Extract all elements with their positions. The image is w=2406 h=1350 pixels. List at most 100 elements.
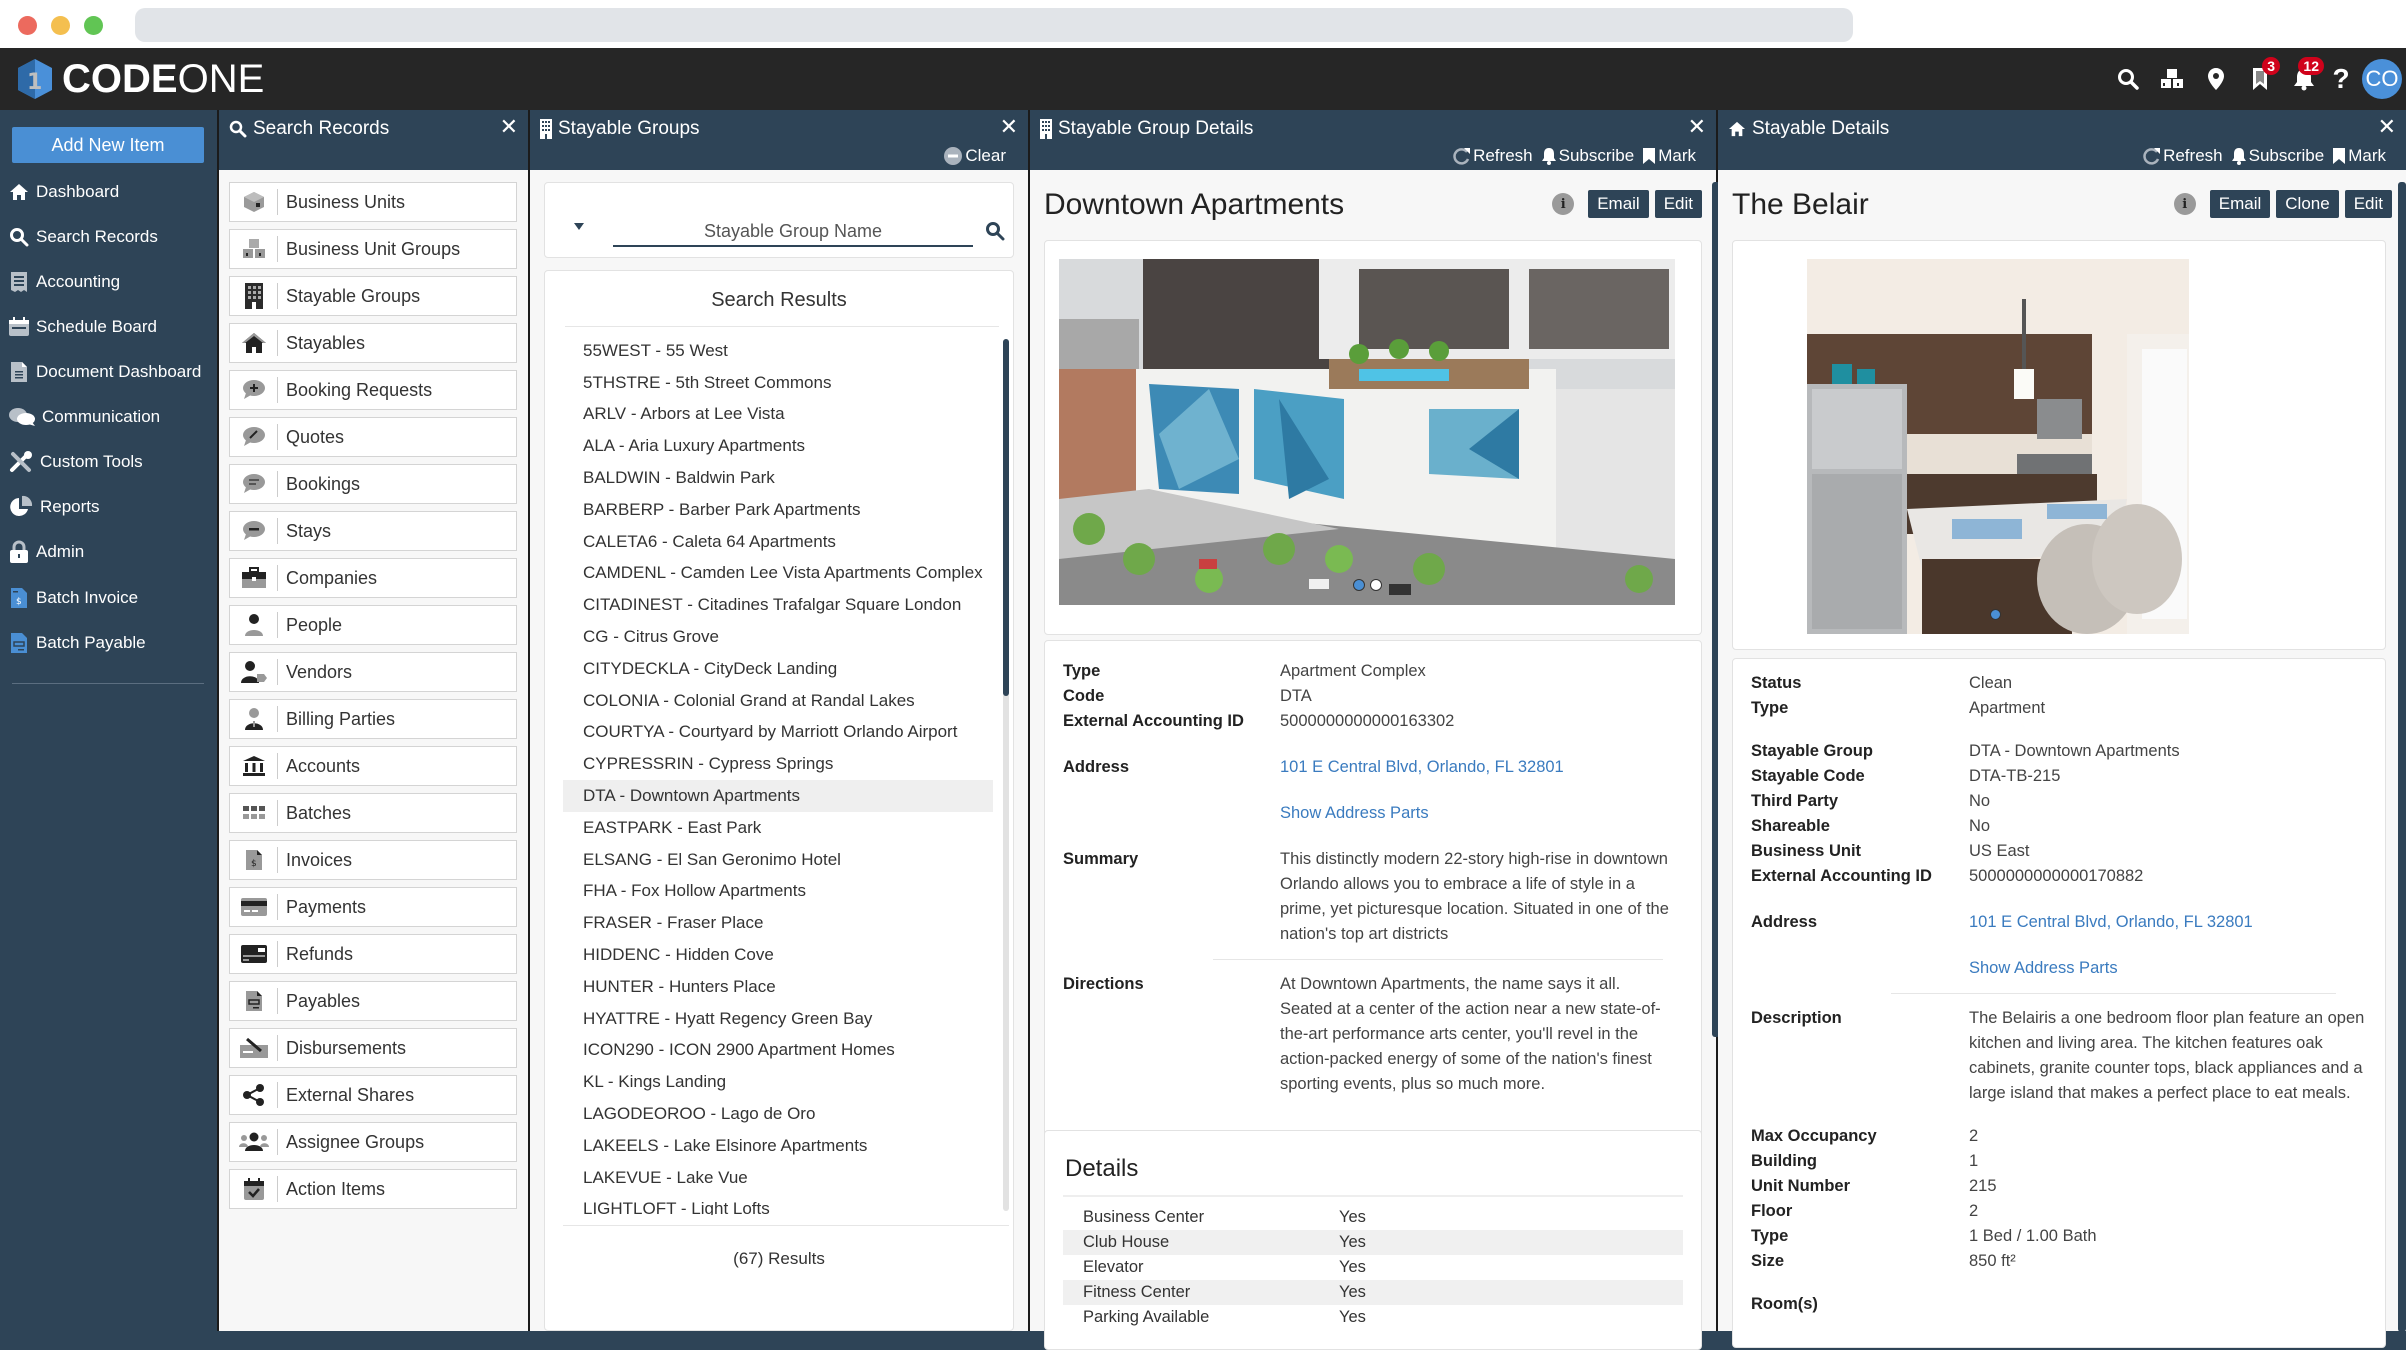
record-type-stays[interactable]: Stays [229, 511, 517, 551]
sidebar-item-admin[interactable]: Admin [8, 532, 84, 572]
help-icon[interactable]: ? [2326, 57, 2356, 101]
sidebar-item-dashboard[interactable]: Dashboard [8, 172, 119, 212]
close-icon[interactable]: ✕ [500, 114, 518, 140]
search-result-item[interactable]: CITADINEST - Citadines Trafalgar Square … [563, 589, 993, 621]
record-type-accounts[interactable]: Accounts [229, 746, 517, 786]
record-type-bookings[interactable]: Bookings [229, 464, 517, 504]
record-type-invoices[interactable]: $ Invoices [229, 840, 517, 880]
search-result-item[interactable]: ALA - Aria Luxury Apartments [563, 430, 993, 462]
record-type-people[interactable]: People [229, 605, 517, 645]
search-result-item[interactable]: LAKEVUE - Lake Vue [563, 1162, 993, 1194]
close-icon[interactable]: ✕ [1000, 114, 1018, 140]
show-address-parts-link[interactable]: Show Address Parts [1280, 801, 1429, 826]
refresh-button[interactable]: Refresh [1453, 146, 1533, 166]
refresh-button[interactable]: Refresh [2143, 146, 2223, 166]
search-result-item[interactable]: COURTYA - Courtyard by Marriott Orlando … [563, 717, 993, 749]
record-type-payables[interactable]: Payables [229, 981, 517, 1021]
subscribe-button[interactable]: Subscribe [1541, 146, 1634, 166]
record-type-action-items[interactable]: Action Items [229, 1169, 517, 1209]
search-result-item[interactable]: ICON290 - ICON 2900 Apartment Homes [563, 1035, 993, 1067]
edit-button[interactable]: Edit [2344, 190, 2392, 218]
search-result-item[interactable]: CAMDENL - Camden Lee Vista Apartments Co… [563, 558, 993, 590]
scrollbar-thumb[interactable] [1003, 339, 1009, 696]
sidebar-item-batch-invoice[interactable]: $ Batch Invoice [8, 578, 138, 618]
address-link[interactable]: 101 E Central Blvd, Orlando, FL 32801 [1969, 910, 2253, 935]
record-type-booking-requests[interactable]: Booking Requests [229, 370, 517, 410]
search-result-item[interactable]: HIDDENC - Hidden Cove [563, 939, 993, 971]
search-result-item[interactable]: 5THSTRE - 5th Street Commons [563, 367, 993, 399]
search-result-item[interactable]: LIGHTLOFT - Light Lofts [563, 1194, 993, 1215]
record-type-stayables[interactable]: Stayables [229, 323, 517, 363]
email-button[interactable]: Email [2209, 190, 2271, 218]
sidebar-item-batch-payable[interactable]: Batch Payable [8, 623, 146, 663]
search-result-item[interactable]: ARLV - Arbors at Lee Vista [563, 399, 993, 431]
email-button[interactable]: Email [1588, 190, 1649, 218]
bookmark-icon[interactable]: 3 [2238, 57, 2282, 101]
search-result-item[interactable]: BARBERP - Barber Park Apartments [563, 494, 993, 526]
record-type-batches[interactable]: Batches [229, 793, 517, 833]
close-icon[interactable]: ✕ [1688, 114, 1706, 140]
stayable-group-name-input[interactable] [613, 217, 973, 247]
app-logo[interactable]: 1 CODEONE [16, 56, 264, 102]
search-result-item[interactable]: CITYDECKLA - CityDeck Landing [563, 653, 993, 685]
record-type-business-units[interactable]: Business Units [229, 182, 517, 222]
record-type-quotes[interactable]: Quotes [229, 417, 517, 457]
record-type-assignee-groups[interactable]: Assignee Groups [229, 1122, 517, 1162]
sidebar-item-communication[interactable]: Communication [8, 397, 160, 437]
search-result-item[interactable]: LAGODEOROO - Lago de Oro [563, 1098, 993, 1130]
close-window-button[interactable] [18, 16, 37, 35]
search-result-item[interactable]: CYPRESSRIN - Cypress Springs [563, 748, 993, 780]
subscribe-button[interactable]: Subscribe [2231, 146, 2324, 166]
search-result-item[interactable]: HYATTRE - Hyatt Regency Green Bay [563, 1003, 993, 1035]
search-result-item[interactable]: CALETA6 - Caleta 64 Apartments [563, 526, 993, 558]
mark-button[interactable]: Mark [1642, 146, 1696, 166]
close-icon[interactable]: ✕ [2378, 114, 2396, 140]
address-link[interactable]: 101 E Central Blvd, Orlando, FL 32801 [1280, 755, 1564, 780]
add-new-item-button[interactable]: Add New Item [12, 127, 204, 163]
search-result-item[interactable]: BALDWIN - Baldwin Park [563, 462, 993, 494]
cubes-icon[interactable] [2150, 57, 2194, 101]
record-type-disbursements[interactable]: Disbursements [229, 1028, 517, 1068]
building-photo[interactable] [1059, 259, 1675, 605]
search-result-item[interactable]: COLONIA - Colonial Grand at Randal Lakes [563, 685, 993, 717]
caret-down-icon[interactable] [573, 219, 585, 237]
sidebar-item-custom-tools[interactable]: Custom Tools [8, 442, 143, 482]
minimize-window-button[interactable] [51, 16, 70, 35]
search-result-item[interactable]: DTA - Downtown Apartments [563, 780, 993, 812]
clear-button[interactable]: Clear [943, 146, 1006, 166]
record-type-billing-parties[interactable]: Billing Parties [229, 699, 517, 739]
carousel-dot-active[interactable] [1353, 579, 1365, 591]
search-result-item[interactable]: EASTPARK - East Park [563, 812, 993, 844]
record-type-companies[interactable]: Companies [229, 558, 517, 598]
mark-button[interactable]: Mark [2332, 146, 2386, 166]
info-icon[interactable]: i [1552, 193, 1575, 215]
search-result-item[interactable]: 55WEST - 55 West [563, 335, 993, 367]
results-scrollbar[interactable] [1003, 339, 1009, 1211]
sidebar-item-accounting[interactable]: Accounting [8, 262, 120, 302]
record-type-stayable-groups[interactable]: Stayable Groups [229, 276, 517, 316]
map-marker-icon[interactable] [2194, 57, 2238, 101]
sidebar-item-reports[interactable]: Reports [8, 487, 100, 527]
bell-icon[interactable]: 12 [2282, 57, 2326, 101]
address-bar[interactable] [135, 8, 1853, 42]
kitchen-photo[interactable] [1807, 259, 2189, 634]
carousel-dot-active[interactable] [1990, 609, 2001, 620]
search-result-item[interactable]: FHA - Fox Hollow Apartments [563, 876, 993, 908]
search-result-item[interactable]: KL - Kings Landing [563, 1066, 993, 1098]
search-icon[interactable] [2106, 57, 2150, 101]
user-avatar[interactable]: CO [2362, 59, 2402, 99]
maximize-window-button[interactable] [84, 16, 103, 35]
sidebar-item-document-dashboard[interactable]: Document Dashboard [8, 352, 201, 392]
record-type-refunds[interactable]: Refunds [229, 934, 517, 974]
search-icon[interactable] [985, 221, 1005, 246]
panel-scrollbar[interactable] [2398, 182, 2406, 1332]
record-type-vendors[interactable]: Vendors [229, 652, 517, 692]
search-result-item[interactable]: HUNTER - Hunters Place [563, 971, 993, 1003]
search-result-item[interactable]: CG - Citrus Grove [563, 621, 993, 653]
sidebar-item-search-records[interactable]: Search Records [8, 217, 158, 257]
search-result-item[interactable]: ELSANG - El San Geronimo Hotel [563, 844, 993, 876]
carousel-dot[interactable] [1370, 579, 1382, 591]
record-type-business-unit-groups[interactable]: Business Unit Groups [229, 229, 517, 269]
show-address-parts-link[interactable]: Show Address Parts [1969, 956, 2118, 981]
search-result-item[interactable]: LAKEELS - Lake Elsinore Apartments [563, 1130, 993, 1162]
